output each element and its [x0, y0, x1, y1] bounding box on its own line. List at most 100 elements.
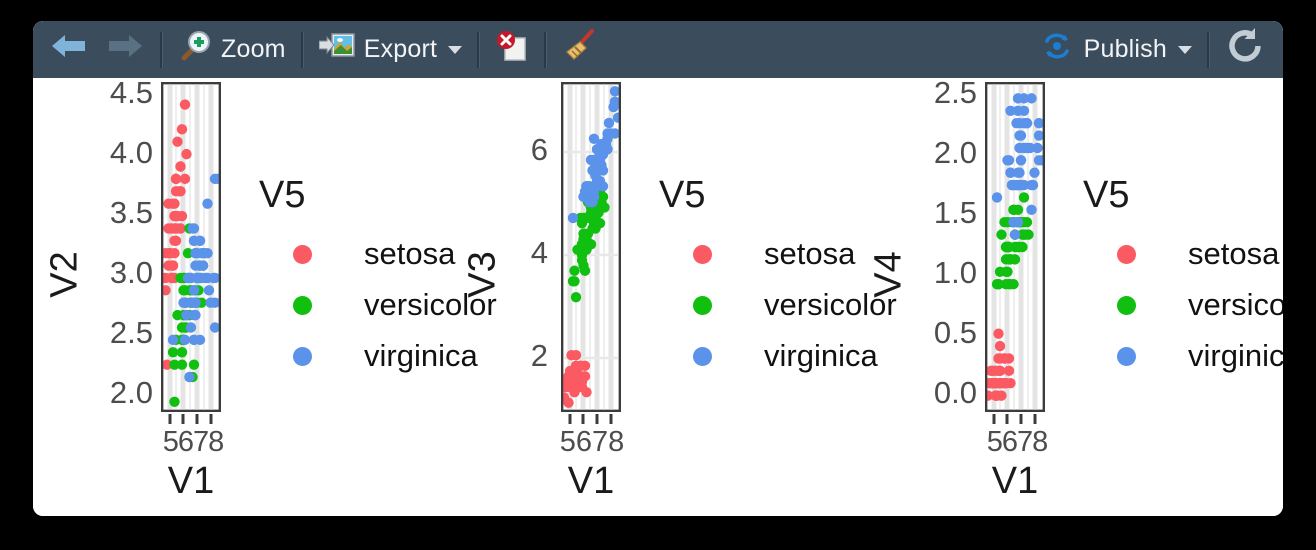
plot1-ytick-4.5: 4.5 [109, 75, 153, 110]
data-point-versicolor [576, 255, 588, 266]
data-point-virginica [991, 192, 1003, 203]
forward-button[interactable] [97, 27, 153, 73]
data-point-setosa [994, 340, 1006, 352]
data-point-versicolor [569, 276, 580, 287]
export-button[interactable]: Export [311, 27, 470, 73]
data-point-virginica [185, 322, 197, 333]
magnifier-plus-icon [178, 29, 212, 70]
data-point-virginica [1021, 142, 1033, 154]
plot3-xlabel: V1 [991, 460, 1039, 502]
chevron-down-icon[interactable] [448, 45, 463, 54]
refresh-button[interactable] [1217, 27, 1283, 73]
data-point-setosa [181, 148, 192, 160]
data-point-virginica [1002, 155, 1013, 166]
data-point-virginica [182, 272, 194, 284]
plot2-xlabel: V1 [567, 460, 615, 502]
data-point-setosa [179, 173, 191, 185]
broom-icon [562, 29, 598, 70]
data-point-versicolor [169, 359, 180, 370]
toolbar-separator-1 [160, 31, 163, 68]
back-button[interactable] [41, 27, 97, 73]
plot1-ytick-3.5: 3.5 [109, 195, 153, 230]
data-point-versicolor [1003, 254, 1015, 265]
data-point-setosa [993, 378, 1004, 389]
data-point-virginica [609, 86, 621, 97]
data-point-versicolor [576, 218, 588, 229]
plot3-xtick-marks [992, 414, 1037, 424]
plot3-legend-item-setosa[interactable]: setosa [1117, 236, 1279, 272]
toolbar-separator-5 [1207, 31, 1210, 68]
plot2-panel [561, 82, 621, 412]
data-point-virginica [1006, 179, 1018, 191]
data-point-virginica [191, 272, 203, 284]
data-point-virginica [1012, 217, 1024, 228]
plot3-legend-label-virginica: virginica [1188, 338, 1283, 373]
data-point-virginica [609, 128, 621, 139]
data-point-virginica [196, 247, 207, 259]
data-point-setosa [1003, 365, 1015, 377]
data-point-virginica [582, 181, 594, 192]
data-point-virginica [1012, 167, 1024, 178]
toolbar-separator-3 [477, 31, 481, 68]
data-point-virginica [603, 117, 615, 129]
data-point-virginica [1015, 155, 1027, 166]
data-point-setosa [176, 124, 188, 135]
data-point-virginica [1033, 117, 1045, 129]
arrow-left-icon [49, 31, 89, 68]
data-point-virginica [209, 272, 221, 284]
delete-plot-button[interactable] [487, 27, 537, 73]
data-point-versicolor [1018, 192, 1030, 203]
data-point-virginica [587, 165, 598, 176]
data-point-setosa [570, 350, 582, 361]
arrow-right-icon [105, 31, 145, 68]
zoom-button[interactable]: Zoom [170, 27, 294, 73]
publish-button[interactable]: Publish [1031, 27, 1200, 73]
data-point-setosa [163, 247, 174, 259]
toolbar-separator-2 [300, 31, 304, 68]
data-point-virginica [1018, 93, 1030, 104]
plot2-legend-item-setosa[interactable]: setosa [693, 236, 855, 272]
data-point-virginica [609, 96, 621, 108]
plot3-legend-label-versicolor: versicolor [1188, 287, 1283, 322]
publish-chevron-down-icon[interactable] [1178, 45, 1192, 54]
data-point-versicolor [994, 266, 1006, 277]
data-point-virginica [1032, 142, 1043, 154]
data-point-setosa [569, 376, 580, 387]
plot3-ytick-2.0: 2.0 [933, 135, 977, 170]
data-point-setosa [167, 260, 179, 271]
plot1-legend-item-setosa[interactable]: setosa [293, 236, 455, 272]
data-point-versicolor [587, 223, 598, 234]
plot2-legend-item-versicolor[interactable]: versicolor [693, 287, 897, 323]
data-point-virginica [1009, 229, 1021, 240]
clear-button[interactable] [554, 27, 606, 73]
data-point-virginica [209, 322, 221, 333]
data-point-versicolor [1003, 241, 1015, 253]
plot2-legend-key-setosa [693, 244, 712, 264]
data-point-versicolor [570, 291, 582, 303]
data-point-versicolor [999, 217, 1010, 228]
data-point-virginica [184, 371, 195, 383]
plot3-legend-item-versicolor[interactable]: versicolor [1117, 287, 1283, 323]
data-point-setosa [993, 328, 1004, 339]
data-point-virginica [188, 297, 200, 308]
data-point-virginica [179, 334, 191, 346]
plot3-ytick-1.5: 1.5 [933, 195, 977, 230]
data-point-setosa [179, 99, 191, 110]
plot2-xtick-marks [568, 414, 613, 424]
plot2-legend-item-virginica[interactable]: virginica [693, 338, 878, 374]
plot3-legend-key-versicolor [1117, 295, 1136, 315]
plot-viewer-window: Zoom Export Publish V2 4.5 4.0 3.5 3.0 2… [33, 21, 1283, 516]
data-point-setosa [173, 186, 185, 197]
data-point-versicolor [188, 359, 200, 370]
plot1-ytick-2.5: 2.5 [109, 315, 153, 350]
plot1-legend-item-virginica[interactable]: virginica [293, 338, 478, 374]
data-point-versicolor [167, 347, 179, 358]
data-point-versicolor [569, 265, 580, 276]
data-point-virginica [1026, 204, 1037, 216]
data-point-versicolor [1008, 204, 1019, 216]
plot3-legend-item-virginica[interactable]: virginica [1117, 338, 1283, 374]
plot2-ytick-6: 6 [530, 132, 548, 167]
data-point-virginica [188, 334, 200, 346]
data-point-setosa [169, 210, 180, 222]
data-point-virginica [596, 138, 607, 150]
